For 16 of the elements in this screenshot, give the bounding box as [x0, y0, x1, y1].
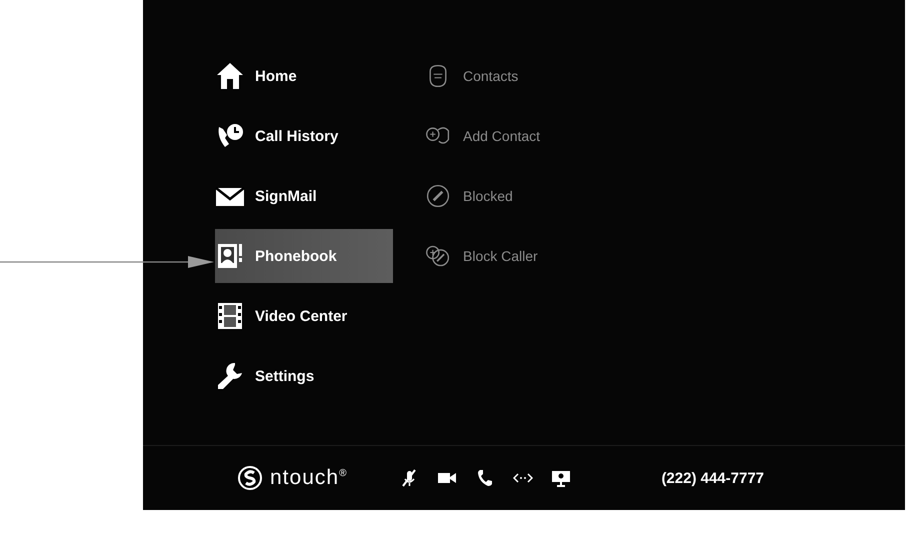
screen-share-icon[interactable] [551, 469, 572, 487]
wrench-icon [215, 361, 245, 391]
menu-item[interactable]: Settings [215, 346, 393, 406]
home-icon [215, 61, 245, 91]
menu-item[interactable]: Phonebook [215, 229, 393, 283]
brand-name: ntouch$^{®}$ [270, 466, 348, 490]
phone-number: (222) 444-7777 [661, 470, 764, 486]
logo-icon [238, 466, 262, 490]
film-icon [215, 301, 245, 331]
menu-item[interactable]: SignMail [215, 166, 393, 226]
menu-item[interactable]: Call History [215, 106, 393, 166]
phonebook-icon [215, 241, 245, 271]
block-caller-icon [425, 243, 451, 269]
menu-item[interactable]: Home [215, 46, 393, 106]
block-icon [425, 183, 451, 209]
menu-item[interactable]: Video Center [215, 286, 393, 346]
